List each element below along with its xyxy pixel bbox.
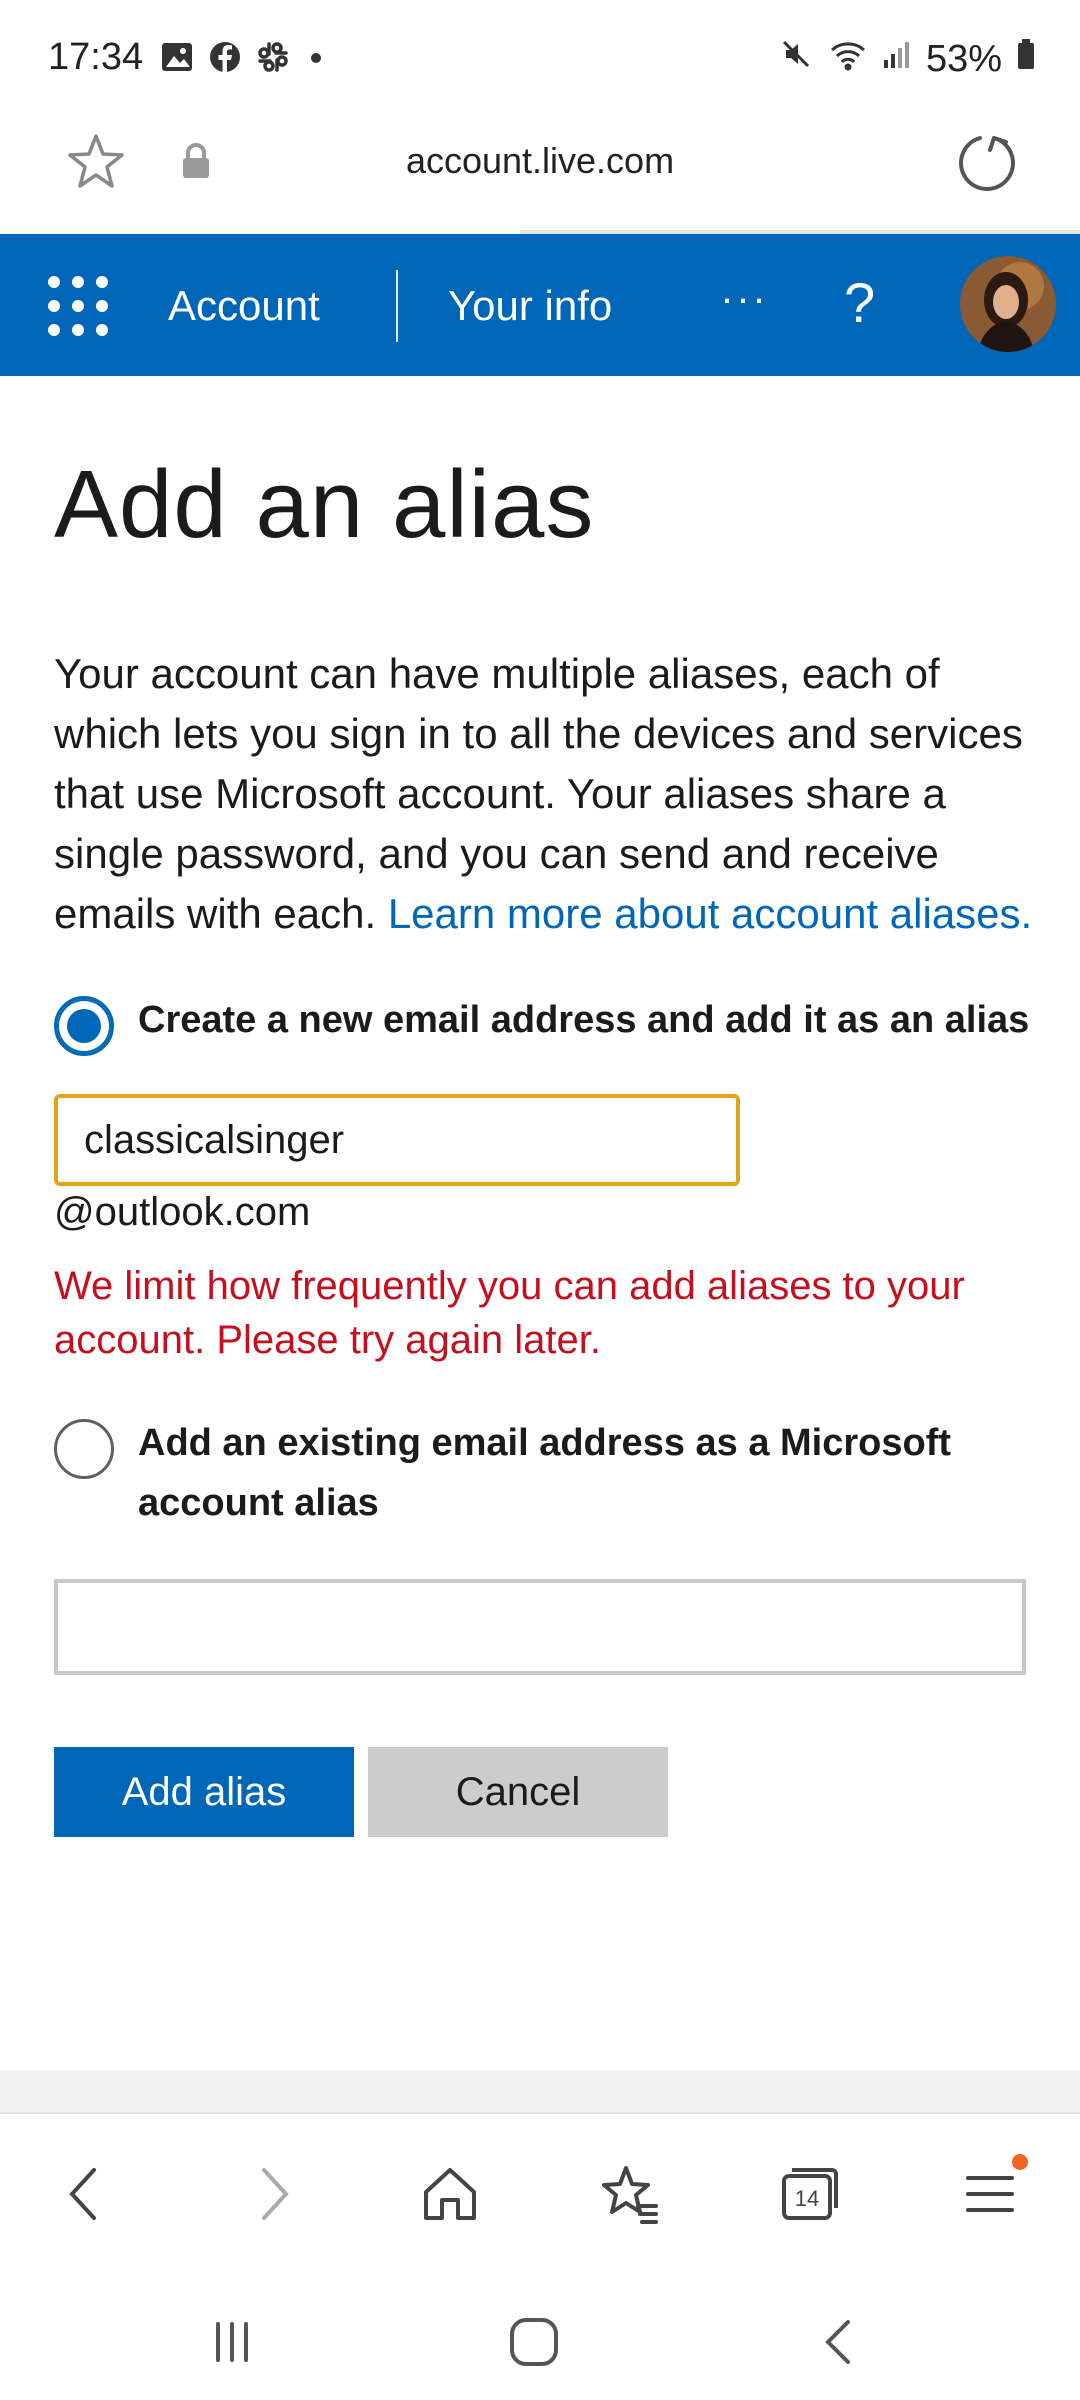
ms-account-header: Account Your info ··· ?: [0, 234, 1080, 376]
wifi-icon: [828, 36, 868, 82]
browser-url-bar: account.live.com: [0, 120, 1080, 230]
forward-icon[interactable]: [232, 2154, 312, 2234]
header-divider: [396, 270, 398, 342]
android-nav-bar: [0, 2262, 1080, 2400]
recent-apps-icon[interactable]: [192, 2302, 272, 2382]
existing-email-input[interactable]: [54, 1579, 1026, 1675]
cancel-button[interactable]: Cancel: [368, 1747, 668, 1837]
menu-icon[interactable]: [950, 2154, 1030, 2234]
header-your-info-link[interactable]: Your info: [448, 282, 612, 330]
alias-description: Your account can have multiple aliases, …: [54, 644, 1034, 944]
dot-icon: [304, 40, 328, 79]
option-new-email-label: Create a new email address and add it as…: [138, 999, 1030, 1041]
page-footer-strip: [0, 2070, 1080, 2112]
more-options-icon[interactable]: ···: [720, 274, 768, 322]
signal-icon: [882, 36, 912, 82]
learn-more-link[interactable]: Learn more about account aliases.: [388, 890, 1032, 937]
facebook-icon: [208, 40, 242, 79]
battery-percent: 53%: [925, 37, 1002, 80]
tab-count: 14: [795, 2186, 819, 2211]
system-icons: 53%: [778, 36, 1036, 82]
status-bar: 17:34 53%: [0, 0, 1080, 120]
domain-suffix: @outlook.com: [54, 1190, 311, 1234]
header-account-link[interactable]: Account: [168, 282, 320, 330]
system-back-icon[interactable]: [800, 2302, 880, 2382]
add-alias-button[interactable]: Add alias: [54, 1747, 354, 1837]
main-content: Add an alias Your account can have multi…: [54, 376, 1034, 1837]
menu-notification-dot: [1012, 2154, 1028, 2170]
avatar[interactable]: [960, 256, 1056, 352]
new-alias-input[interactable]: classicalsinger: [54, 1094, 740, 1186]
help-icon[interactable]: ?: [844, 270, 875, 335]
option-existing-email[interactable]: Add an existing email address as a Micro…: [54, 1413, 1034, 1533]
back-icon[interactable]: [46, 2154, 126, 2234]
notification-icons: [160, 40, 328, 79]
error-message: We limit how frequently you can add alia…: [54, 1264, 965, 1362]
mute-icon: [778, 36, 814, 82]
option-new-email[interactable]: Create a new email address and add it as…: [54, 990, 1034, 1056]
home-icon[interactable]: [410, 2154, 490, 2234]
battery-icon: [1016, 36, 1036, 82]
reload-icon[interactable]: [956, 130, 1020, 199]
radio-existing-email[interactable]: [54, 1419, 114, 1479]
home-button-icon[interactable]: [494, 2302, 574, 2382]
bookmarks-icon[interactable]: [590, 2154, 670, 2234]
radio-new-email[interactable]: [54, 996, 114, 1056]
app-launcher-icon[interactable]: [48, 276, 108, 336]
option-existing-email-label: Add an existing email address as a Micro…: [138, 1422, 952, 1524]
image-icon: [160, 40, 194, 79]
browser-toolbar: 14: [0, 2112, 1080, 2262]
tabs-icon[interactable]: 14: [770, 2154, 850, 2234]
status-time: 17:34: [48, 36, 144, 78]
slack-icon: [256, 40, 290, 79]
action-buttons: Add alias Cancel: [54, 1747, 1034, 1837]
page-title: Add an alias: [54, 451, 595, 558]
url-address[interactable]: account.live.com: [0, 140, 1080, 182]
